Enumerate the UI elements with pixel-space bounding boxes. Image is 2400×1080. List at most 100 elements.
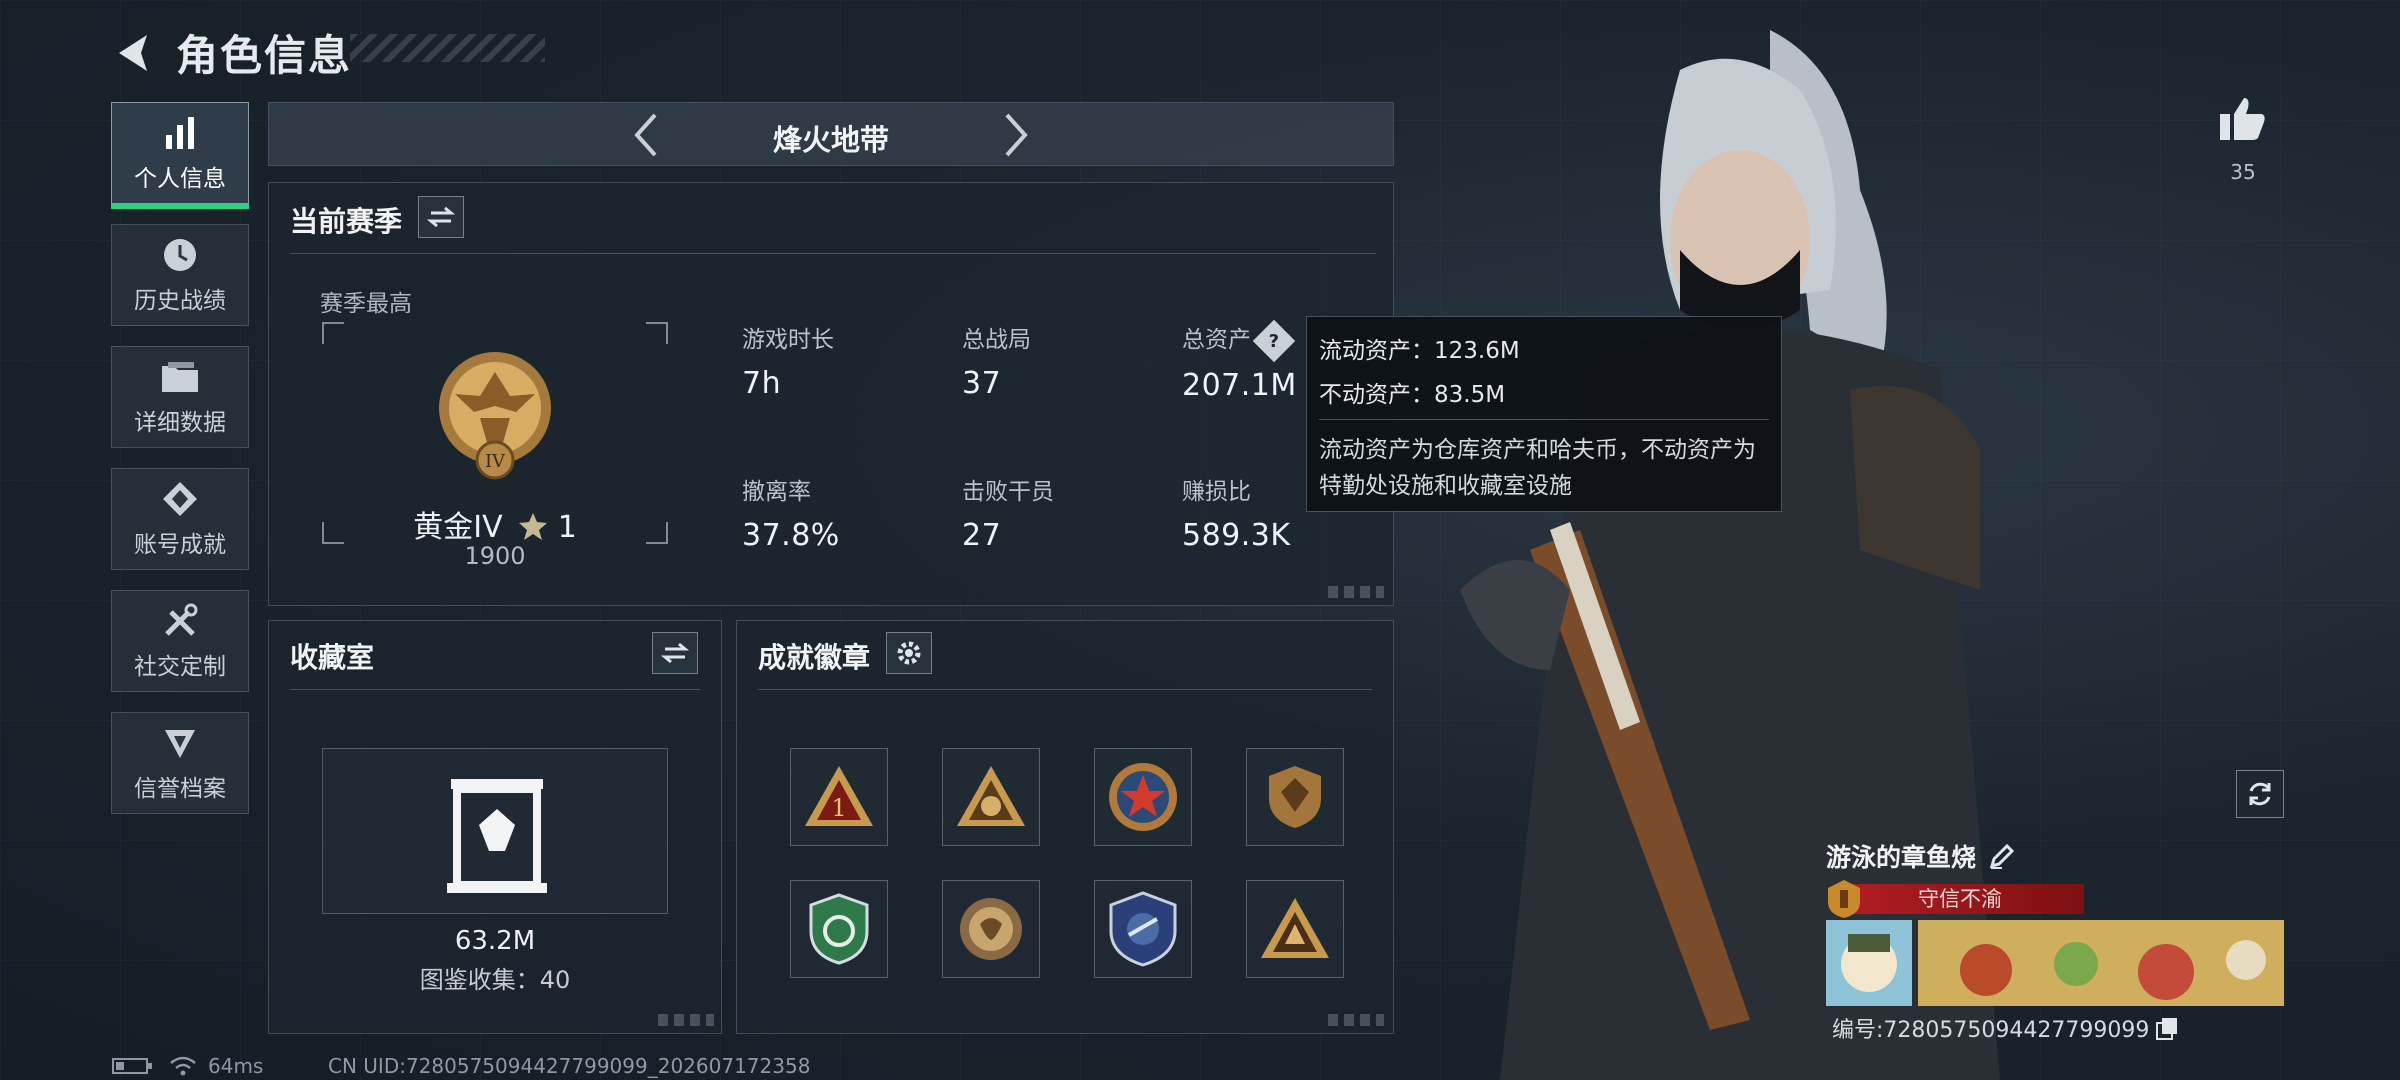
badge-5[interactable] bbox=[790, 880, 888, 978]
rank-name: 黄金IV bbox=[413, 510, 503, 545]
shield-icon bbox=[161, 723, 199, 763]
ping-value: 64ms bbox=[208, 1054, 264, 1078]
star-icon bbox=[519, 513, 548, 540]
badge-2[interactable] bbox=[942, 748, 1040, 846]
vault-title: 收藏室 bbox=[290, 641, 375, 674]
corner-decoration bbox=[658, 1014, 714, 1026]
gear-icon bbox=[897, 641, 921, 665]
rank-emblem-icon: IV bbox=[439, 352, 551, 480]
sidebar-item-personal-info[interactable]: 个人信息 bbox=[111, 102, 249, 209]
status-bar: 64ms bbox=[112, 1054, 263, 1078]
season-title: 当前赛季 bbox=[290, 205, 403, 238]
svg-text:IV: IV bbox=[485, 451, 506, 472]
sidebar-item-match-history[interactable]: 历史战绩 bbox=[111, 224, 249, 326]
bar-chart-icon bbox=[162, 113, 198, 153]
star-medal-icon bbox=[1109, 763, 1177, 831]
badge-8[interactable] bbox=[1246, 880, 1344, 978]
sidebar-item-label: 账号成就 bbox=[134, 532, 226, 558]
season-switch-button[interactable] bbox=[418, 196, 464, 238]
badge-6[interactable] bbox=[942, 880, 1040, 978]
swap-icon bbox=[427, 206, 455, 228]
tooltip-liquid-assets: 流动资产：123.6M bbox=[1319, 338, 1520, 364]
divider bbox=[290, 689, 700, 690]
medal-icon bbox=[161, 479, 199, 519]
title-emblem-icon bbox=[1828, 880, 1860, 918]
thumbs-up-icon bbox=[2220, 98, 2265, 140]
player-card: 游泳的章鱼烧 守信不渝 编号:7280575094427799099 bbox=[1826, 838, 2286, 1043]
sidebar-item-social-custom[interactable]: 社交定制 bbox=[111, 590, 249, 692]
tooltip-fixed-assets: 不动资产：83.5M bbox=[1319, 382, 1506, 408]
sidebar-item-label: 历史战绩 bbox=[134, 288, 226, 314]
stat-total-assets: 总资产? 207.1M bbox=[1182, 319, 1297, 403]
sidebar-item-label: 信誉档案 bbox=[134, 776, 226, 802]
wrench-icon bbox=[161, 601, 199, 641]
vault-collection-count: 图鉴收集：40 bbox=[419, 966, 571, 994]
vault-value: 63.2M bbox=[454, 926, 536, 956]
player-id: 编号:7280575094427799099 bbox=[1832, 1018, 2150, 1043]
rank-stars: 1 bbox=[557, 510, 577, 545]
vault-display[interactable] bbox=[322, 748, 668, 914]
player-name: 游泳的章鱼烧 bbox=[1826, 843, 1977, 872]
vault-switch-button[interactable] bbox=[652, 632, 698, 674]
sidebar: 个人信息 历史战绩 详细数据 账号成就 社交定制 信誉档案 bbox=[111, 102, 249, 834]
mode-next-button[interactable] bbox=[991, 109, 1041, 161]
stat-play-time: 游戏时长 7h bbox=[742, 327, 834, 401]
player-id-row: 编号:7280575094427799099 bbox=[1832, 1012, 2179, 1044]
triangle-badge-icon: 1 bbox=[805, 766, 873, 826]
sidebar-item-label: 社交定制 bbox=[134, 654, 226, 680]
help-icon[interactable]: ? bbox=[1252, 319, 1296, 362]
rotate-view-button[interactable] bbox=[2236, 770, 2284, 818]
account-uid: CN UID:7280575094427799099_202607172358 bbox=[328, 1054, 811, 1078]
back-button[interactable] bbox=[110, 28, 156, 78]
copy-icon[interactable] bbox=[2155, 1016, 2179, 1040]
battery-icon bbox=[112, 1058, 152, 1074]
rank-name-row: 黄金IV 1 bbox=[322, 502, 668, 546]
stat-operators-defeated: 击败干员 27 bbox=[962, 479, 1054, 553]
green-shield-icon bbox=[809, 893, 869, 965]
triangle-badge-icon bbox=[1261, 898, 1329, 958]
stat-total-matches: 总战局 37 bbox=[962, 327, 1031, 401]
corner-decoration bbox=[1328, 586, 1384, 598]
back-arrow-icon bbox=[119, 34, 147, 71]
badge-4[interactable] bbox=[1246, 748, 1344, 846]
refresh-icon bbox=[2249, 782, 2271, 806]
vault-icon bbox=[447, 779, 547, 893]
shield-badge-icon bbox=[1269, 766, 1321, 828]
round-badge-icon bbox=[960, 898, 1022, 960]
tooltip-note: 流动资产为仓库资产和哈夫币，不动资产为特勤处设施和收藏室设施 bbox=[1319, 437, 1756, 499]
sidebar-item-detailed-data[interactable]: 详细数据 bbox=[111, 346, 249, 448]
badge-7[interactable] bbox=[1094, 880, 1192, 978]
divider bbox=[758, 689, 1372, 690]
swap-icon bbox=[661, 642, 689, 664]
rank-score: 1900 bbox=[464, 542, 526, 570]
badge-1[interactable]: 1 bbox=[790, 748, 888, 846]
like-count: 35 bbox=[2230, 160, 2256, 184]
badge-3[interactable] bbox=[1094, 748, 1192, 846]
divider bbox=[290, 253, 1376, 254]
badges-settings-button[interactable] bbox=[886, 632, 932, 674]
sidebar-item-achievements[interactable]: 账号成就 bbox=[111, 468, 249, 570]
chevron-right-icon bbox=[1005, 113, 1028, 157]
mode-selector: 烽火地带 bbox=[268, 102, 1394, 166]
wifi-icon bbox=[170, 1056, 196, 1076]
name-card-art bbox=[1826, 920, 2284, 1006]
title-decoration bbox=[350, 34, 545, 62]
mode-title: 烽火地带 bbox=[772, 123, 889, 157]
like-button[interactable] bbox=[2218, 96, 2268, 146]
stat-profit-ratio: 赚损比 589.3K bbox=[1182, 479, 1291, 553]
sidebar-item-label: 详细数据 bbox=[134, 410, 226, 436]
page-header: 角色信息 bbox=[110, 22, 352, 83]
edit-icon[interactable] bbox=[1988, 842, 2016, 870]
svg-text:1: 1 bbox=[831, 794, 846, 822]
sidebar-item-label: 个人信息 bbox=[134, 166, 226, 192]
triangle-badge-icon bbox=[957, 766, 1025, 826]
season-best-label: 赛季最高 bbox=[320, 291, 412, 317]
sidebar-item-credit-record[interactable]: 信誉档案 bbox=[111, 712, 249, 814]
eagle-shield-icon bbox=[1109, 891, 1177, 967]
player-title-badge: 守信不渝 bbox=[1836, 884, 2084, 914]
stat-extraction-rate: 撤离率 37.8% bbox=[742, 479, 840, 553]
assets-tooltip: 流动资产：123.6M 不动资产：83.5M 流动资产为仓库资产和哈夫币，不动资… bbox=[1306, 316, 1782, 512]
badges-title: 成就徽章 bbox=[758, 641, 871, 674]
clock-icon bbox=[161, 235, 199, 275]
page-title: 角色信息 bbox=[176, 31, 353, 80]
